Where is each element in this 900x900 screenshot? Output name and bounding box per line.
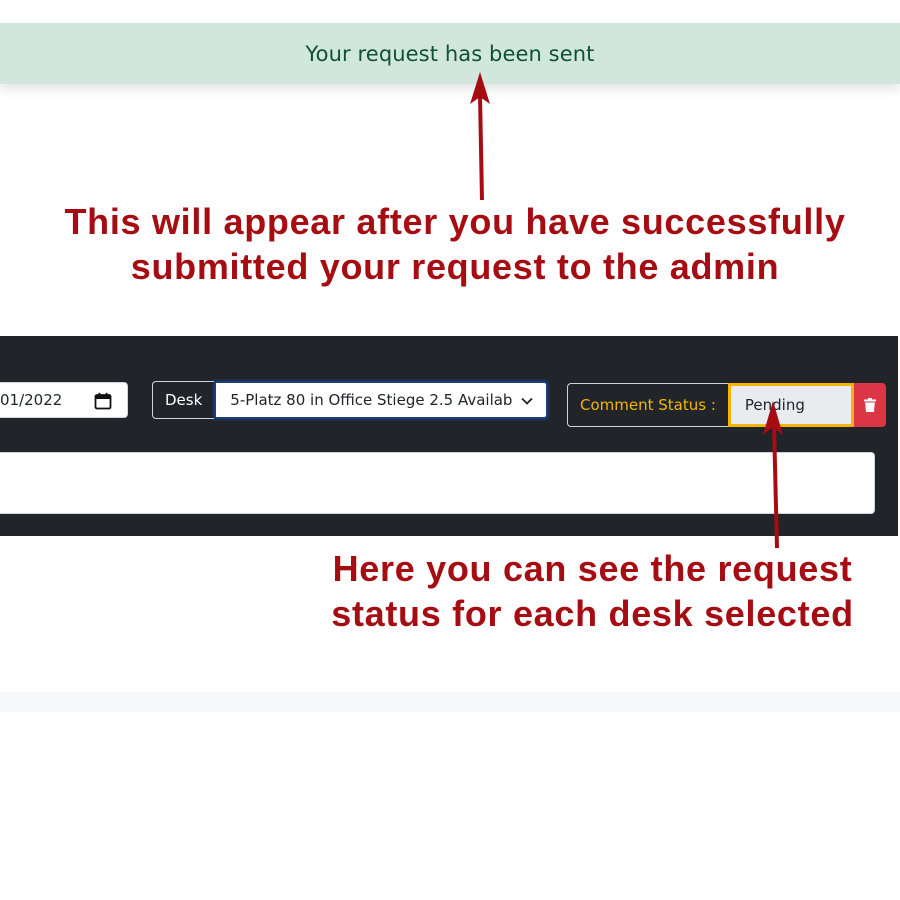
desk-request-panel: 01/2022 Desk 5-Platz 80 in Office Stiege… [0, 336, 898, 536]
arrow-up-icon [470, 72, 490, 201]
annotation-line: status for each desk selected [331, 593, 854, 634]
footer-strip [0, 692, 900, 712]
annotation-line: submitted your request to the admin [130, 246, 780, 287]
desk-select-group: Desk 5-Platz 80 in Office Stiege 2.5 Ava… [152, 381, 549, 419]
status-text: Pending [744, 396, 805, 414]
comment-status-label: Comment Status : [567, 383, 728, 427]
comment-status-group: Comment Status : Pending [567, 383, 886, 427]
annotation-line: Here you can see the request [332, 548, 853, 589]
desk-select-value: 5-Platz 80 in Office Stiege 2.5 Availab [230, 391, 513, 409]
chevron-down-icon [521, 397, 533, 405]
annotation-alert-explanation: This will appear after you have successf… [0, 199, 900, 289]
desk-select[interactable]: 5-Platz 80 in Office Stiege 2.5 Availab [214, 381, 549, 419]
trash-icon [863, 398, 876, 412]
delete-button[interactable] [853, 383, 886, 427]
calendar-icon[interactable] [94, 392, 112, 410]
success-alert: Your request has been sent [0, 23, 900, 84]
success-alert-message: Your request has been sent [305, 41, 595, 66]
annotation-line: This will appear after you have successf… [64, 201, 846, 242]
annotation-status-explanation: Here you can see the request status for … [320, 546, 865, 636]
comment-status-value: Pending [727, 383, 854, 427]
date-input-value: 01/2022 [0, 391, 63, 409]
date-input[interactable]: 01/2022 [0, 382, 128, 418]
comment-textarea[interactable] [0, 452, 875, 514]
desk-label: Desk [152, 381, 215, 419]
